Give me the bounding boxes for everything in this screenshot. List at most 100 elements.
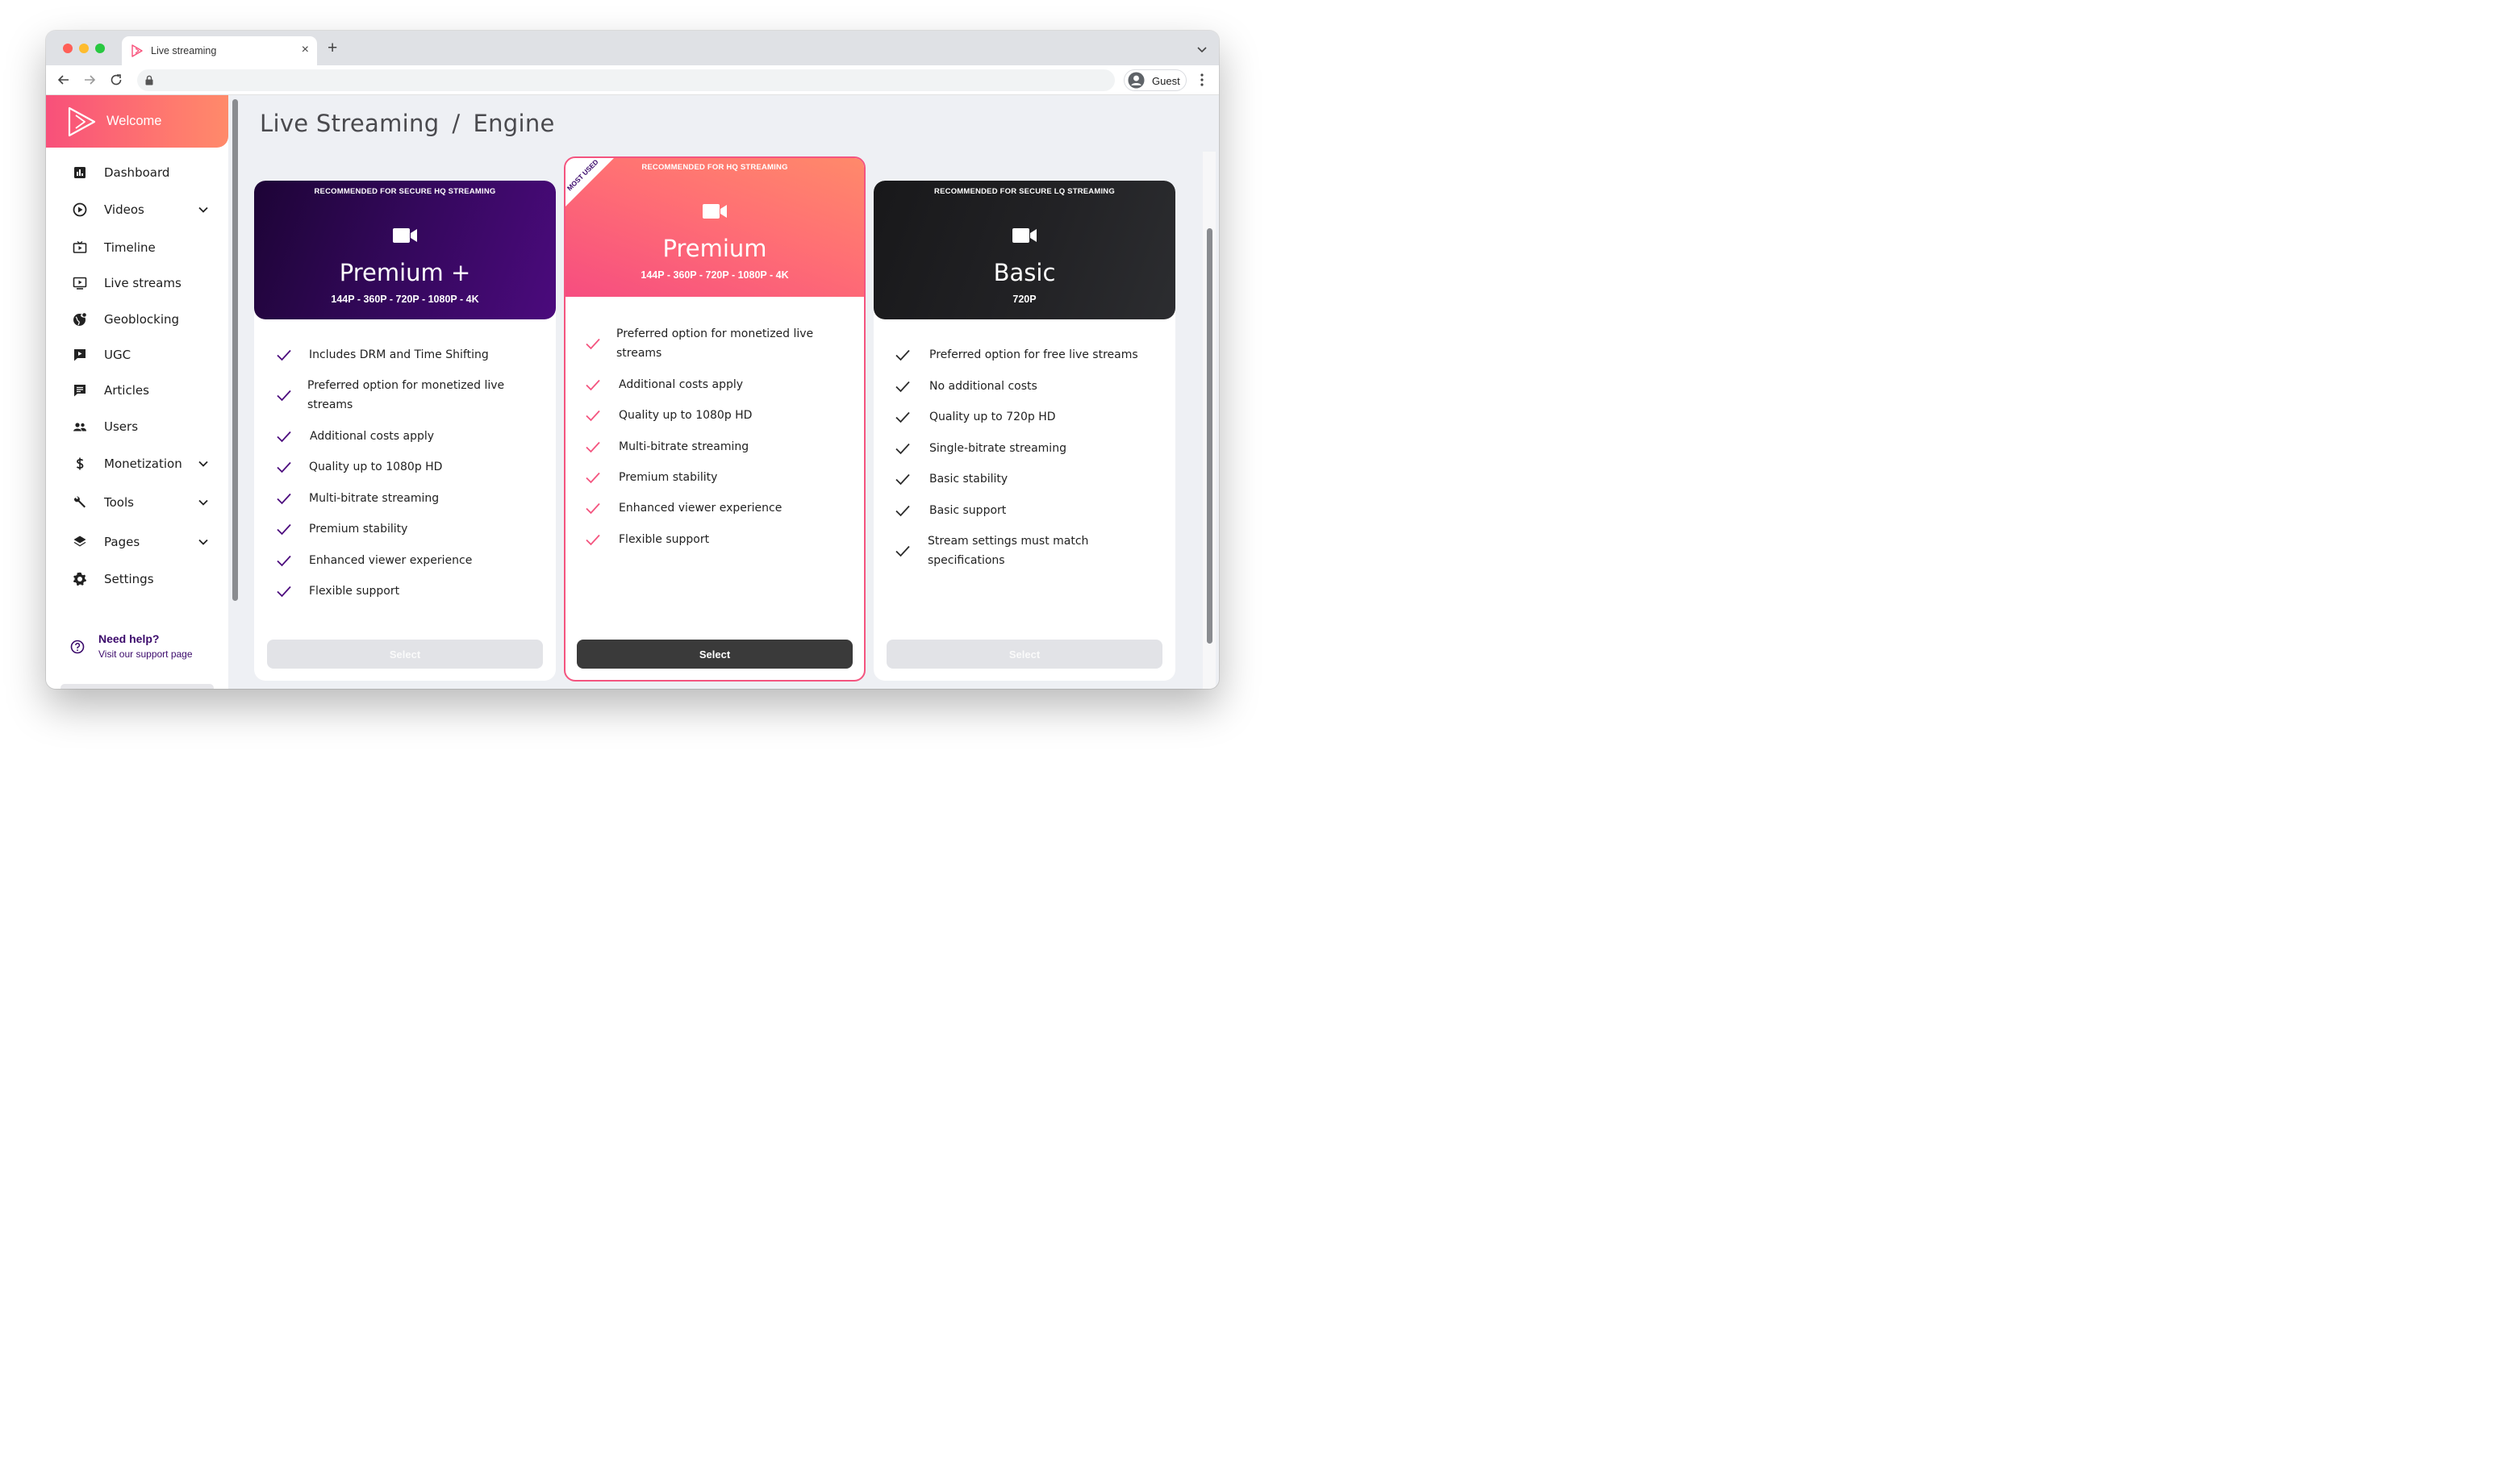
close-window-button[interactable] [63, 44, 73, 53]
feature-text: Flexible support [309, 585, 400, 598]
zoom-window-button[interactable] [95, 44, 105, 53]
list-item: Multi-bitrate streaming [565, 437, 864, 456]
video-camera-icon [393, 228, 417, 243]
minimize-window-button[interactable] [79, 44, 89, 53]
chevron-down-icon[interactable] [198, 536, 209, 548]
sidebar-item-ugc[interactable]: UGC [46, 341, 228, 369]
sidebar-item-videos[interactable]: Videos [46, 196, 228, 223]
lock-icon [145, 75, 153, 85]
help-title: Need help? [98, 632, 160, 645]
reload-icon[interactable] [108, 72, 124, 88]
sidebar-item-label: Geoblocking [104, 312, 180, 327]
check-icon [895, 473, 910, 486]
feature-text: Stream settings must match specification… [928, 535, 1089, 567]
feature-text: Includes DRM and Time Shifting [309, 348, 489, 361]
feature-text: Enhanced viewer experience [309, 554, 473, 567]
check-icon [586, 502, 600, 515]
dollar-icon [76, 457, 84, 470]
help-circle-icon [70, 640, 85, 654]
article-icon [74, 385, 86, 397]
select-plan-button[interactable]: Select [267, 640, 543, 669]
check-icon [586, 379, 600, 391]
chevron-down-icon[interactable] [198, 204, 209, 215]
sidebar-item-pages[interactable]: Pages [46, 528, 228, 556]
chevron-down-icon[interactable] [198, 497, 209, 508]
sidebar-item-label: UGC [104, 348, 131, 362]
sidebar-item-label: Users [104, 419, 139, 434]
sidebar-footer [61, 684, 214, 689]
plan-card-basic: RECOMMENDED FOR SECURE LQ STREAMING Basi… [874, 181, 1175, 681]
feature-text: Basic support [929, 504, 1007, 517]
check-icon [895, 505, 910, 517]
plan-card-premium-plus: RECOMMENDED FOR SECURE HQ STREAMING Prem… [254, 181, 556, 681]
plan-recommendation: RECOMMENDED FOR SECURE LQ STREAMING [934, 187, 1115, 196]
chevron-down-icon[interactable] [198, 458, 209, 469]
check-icon [277, 586, 291, 598]
feature-text: Additional costs apply [310, 430, 435, 443]
sidebar-item-settings[interactable]: Settings [46, 565, 228, 593]
main-scrollbar[interactable] [1203, 152, 1216, 689]
sidebar-item-tools[interactable]: Tools [46, 489, 228, 516]
feature-text: Single-bitrate streaming [929, 442, 1066, 455]
check-icon [586, 338, 600, 350]
breadcrumb-current: Engine [473, 110, 555, 137]
list-item: Quality up to 1080p HD [565, 406, 864, 425]
new-tab-button[interactable]: + [328, 40, 337, 57]
play-circle-icon [73, 202, 87, 217]
list-item: Stream settings must match specification… [874, 531, 1175, 570]
profile-name: Guest [1152, 75, 1180, 87]
play-logo-icon [68, 106, 96, 137]
timeline-icon [73, 240, 87, 253]
forward-arrow-icon[interactable] [81, 72, 98, 88]
sidebar-item-articles[interactable]: Articles [46, 377, 228, 404]
list-item: Includes DRM and Time Shifting [254, 345, 556, 365]
tab-close-icon[interactable]: × [302, 42, 309, 58]
sidebar: Welcome Dashboard Videos Timeline Live s… [46, 95, 228, 689]
more-menu-icon[interactable] [1196, 73, 1208, 87]
check-icon [895, 545, 910, 557]
main-scrollbar-thumb[interactable] [1207, 228, 1212, 644]
welcome-label: Welcome [106, 114, 162, 128]
feature-text: Quality up to 1080p HD [619, 409, 753, 422]
sidebar-item-label: Tools [104, 495, 134, 510]
back-arrow-icon[interactable] [56, 72, 72, 88]
plan-resolutions: 144P - 360P - 720P - 1080P - 4K [641, 269, 789, 281]
users-icon [73, 423, 86, 431]
play-logo-icon [131, 44, 143, 57]
sidebar-item-monetization[interactable]: Monetization [46, 450, 228, 477]
sidebar-item-label: Live streams [104, 276, 182, 290]
live-stream-icon [73, 277, 87, 290]
sidebar-item-users[interactable]: Users [46, 413, 228, 440]
select-plan-button[interactable]: Select [887, 640, 1162, 669]
check-icon [277, 390, 291, 402]
profile-button[interactable]: Guest [1124, 69, 1187, 91]
browser-tab[interactable]: Live streaming × [122, 36, 317, 65]
sidebar-item-timeline[interactable]: Timeline [46, 234, 228, 261]
welcome-banner[interactable]: Welcome [46, 95, 228, 148]
video-camera-icon [703, 204, 727, 219]
feature-text: No additional costs [929, 380, 1037, 393]
feature-text: Premium stability [619, 471, 718, 484]
list-item: Preferred option for free live streams [874, 345, 1175, 365]
help-link[interactable]: Need help? Visit our support page [46, 632, 228, 667]
feature-text: Flexible support [619, 533, 710, 546]
sidebar-item-geoblocking[interactable]: Geoblocking [46, 306, 228, 333]
support-page-link[interactable]: Visit our support page [98, 648, 193, 660]
list-item: Single-bitrate streaming [874, 439, 1175, 458]
sidebar-item-label: Timeline [104, 240, 156, 255]
tab-search-chevron-icon[interactable] [1196, 44, 1208, 55]
video-camera-icon [1012, 228, 1037, 243]
check-icon [277, 349, 291, 361]
sidebar-item-dashboard[interactable]: Dashboard [46, 159, 228, 186]
sidebar-item-live-streams[interactable]: Live streams [46, 269, 228, 297]
list-item: Flexible support [254, 582, 556, 601]
breadcrumb-parent[interactable]: Live Streaming [260, 110, 439, 137]
feature-text: Enhanced viewer experience [619, 502, 782, 515]
plan-header: RECOMMENDED FOR SECURE HQ STREAMING Prem… [254, 181, 556, 319]
sidebar-item-label: Pages [104, 535, 140, 549]
address-bar[interactable] [137, 69, 1115, 91]
select-plan-button[interactable]: Select [577, 640, 853, 669]
sidebar-scrollbar-thumb[interactable] [232, 99, 238, 601]
sidebar-scrollbar[interactable] [228, 95, 241, 689]
gear-icon [73, 572, 86, 586]
